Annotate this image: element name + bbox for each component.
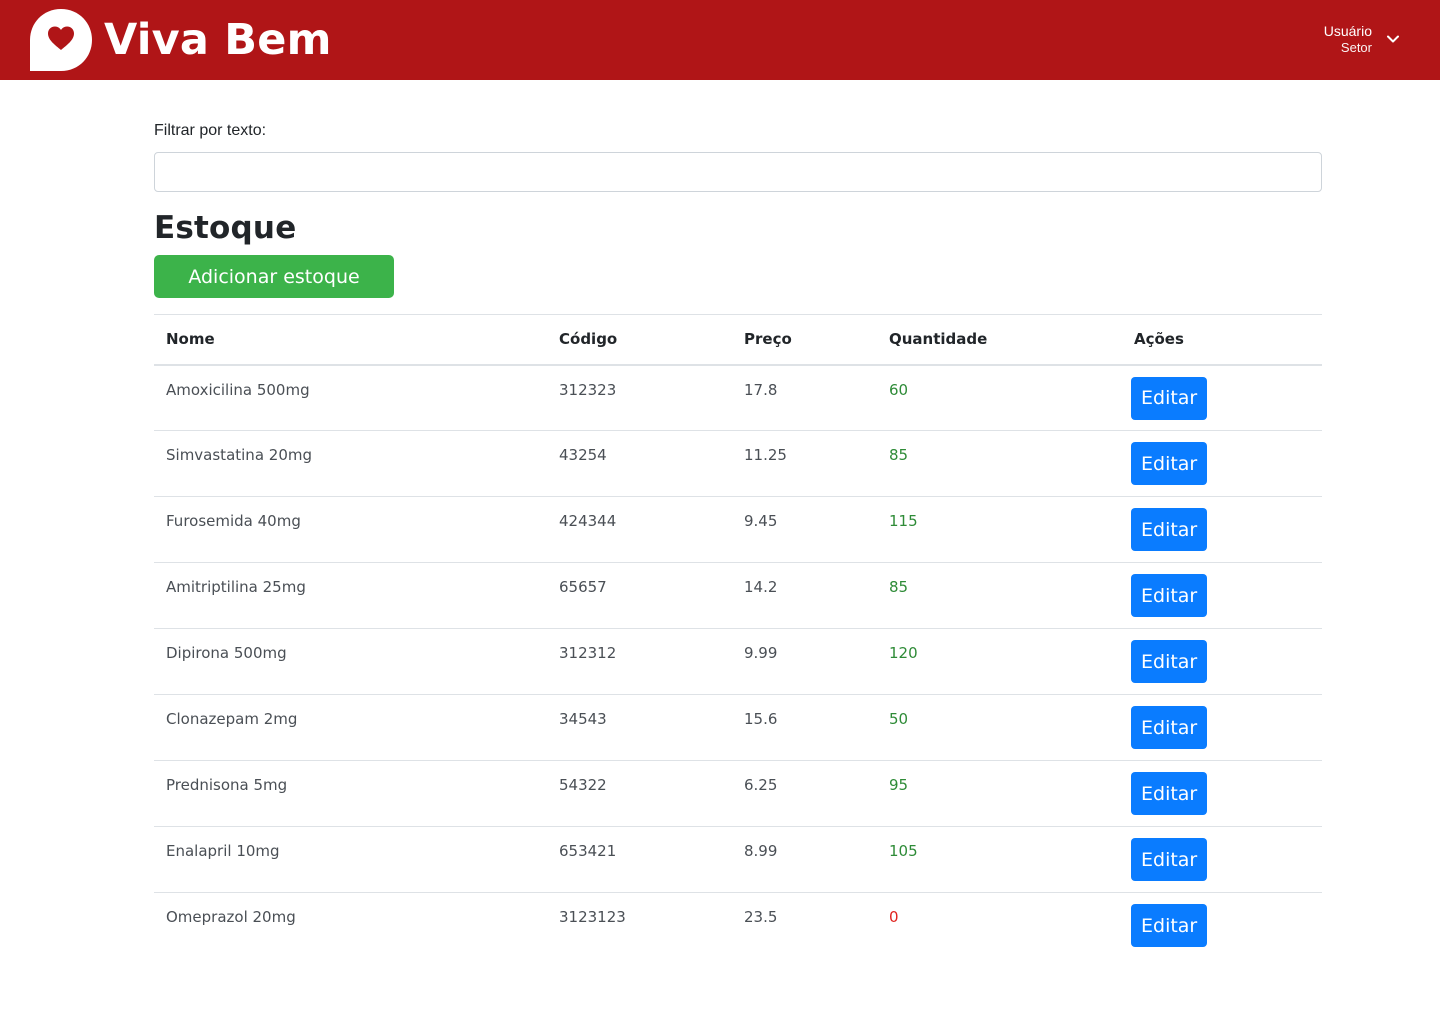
cell-quantidade: 105 bbox=[877, 826, 1122, 893]
cell-quantidade: 85 bbox=[877, 430, 1122, 497]
table-row: Furosemida 40mg 424344 9.45 115 Editar bbox=[154, 496, 1322, 563]
cell-acoes: Editar bbox=[1122, 430, 1322, 497]
brand[interactable]: Viva Bem bbox=[28, 8, 332, 72]
edit-button[interactable]: Editar bbox=[1131, 376, 1208, 420]
page-title: Estoque bbox=[154, 210, 297, 246]
user-info: Usuário Setor bbox=[1324, 22, 1372, 56]
edit-button[interactable]: Editar bbox=[1131, 640, 1208, 683]
cell-nome: Amoxicilina 500mg bbox=[154, 364, 547, 431]
cell-nome: Furosemida 40mg bbox=[154, 496, 547, 563]
cell-acoes: Editar bbox=[1122, 694, 1322, 761]
table-row: Enalapril 10mg 653421 8.99 105 Editar bbox=[154, 826, 1322, 893]
cell-acoes: Editar bbox=[1122, 826, 1322, 893]
edit-button[interactable]: Editar bbox=[1131, 442, 1208, 485]
cell-codigo: 312323 bbox=[547, 364, 732, 431]
top-navbar: Viva Bem Usuário Setor bbox=[0, 0, 1440, 80]
cell-nome: Enalapril 10mg bbox=[154, 826, 547, 893]
cell-preco: 14.2 bbox=[732, 562, 877, 629]
cell-nome: Amitriptilina 25mg bbox=[154, 562, 547, 629]
cell-preco: 17.8 bbox=[732, 364, 877, 431]
table-row: Simvastatina 20mg 43254 11.25 85 Editar bbox=[154, 430, 1322, 497]
cell-codigo: 424344 bbox=[547, 496, 732, 563]
edit-button[interactable]: Editar bbox=[1131, 772, 1208, 815]
chevron-down-icon[interactable] bbox=[1386, 32, 1400, 46]
filter-text-input[interactable] bbox=[154, 152, 1322, 192]
cell-quantidade: 60 bbox=[877, 364, 1122, 431]
cell-preco: 15.6 bbox=[732, 694, 877, 761]
table-row: Omeprazol 20mg 3123123 23.5 0 Editar bbox=[154, 892, 1322, 959]
table-body: Amoxicilina 500mg 312323 17.8 60 Editar … bbox=[154, 364, 1322, 959]
column-header-acoes: Ações bbox=[1122, 314, 1322, 366]
edit-button[interactable]: Editar bbox=[1131, 706, 1208, 749]
cell-preco: 23.5 bbox=[732, 892, 877, 959]
cell-acoes: Editar bbox=[1122, 562, 1322, 629]
edit-button[interactable]: Editar bbox=[1131, 904, 1208, 947]
filter-label: Filtrar por texto: bbox=[154, 122, 267, 139]
cell-nome: Prednisona 5mg bbox=[154, 760, 547, 827]
table-header: Nome Código Preço Quantidade Ações bbox=[154, 314, 1322, 366]
cell-quantidade: 0 bbox=[877, 892, 1122, 959]
table-row: Prednisona 5mg 54322 6.25 95 Editar bbox=[154, 760, 1322, 827]
user-name: Usuário bbox=[1323, 23, 1372, 39]
cell-quantidade: 85 bbox=[877, 562, 1122, 629]
user-sector: Setor bbox=[1340, 40, 1372, 55]
cell-acoes: Editar bbox=[1122, 628, 1322, 695]
cell-nome: Clonazepam 2mg bbox=[154, 694, 547, 761]
cell-codigo: 54322 bbox=[547, 760, 732, 827]
cell-quantidade: 120 bbox=[877, 628, 1122, 695]
cell-acoes: Editar bbox=[1122, 364, 1322, 431]
cell-preco: 11.25 bbox=[732, 430, 877, 497]
table-row: Dipirona 500mg 312312 9.99 120 Editar bbox=[154, 628, 1322, 695]
cell-preco: 9.99 bbox=[732, 628, 877, 695]
cell-preco: 8.99 bbox=[732, 826, 877, 893]
column-header-quantidade: Quantidade bbox=[877, 314, 1122, 366]
stock-table: Nome Código Preço Quantidade Ações Amoxi… bbox=[154, 314, 1322, 959]
add-stock-button[interactable]: Adicionar estoque bbox=[154, 255, 394, 298]
cell-nome: Dipirona 500mg bbox=[154, 628, 547, 695]
cell-acoes: Editar bbox=[1122, 892, 1322, 959]
cell-codigo: 312312 bbox=[547, 628, 732, 695]
edit-button[interactable]: Editar bbox=[1131, 574, 1208, 617]
cell-quantidade: 50 bbox=[877, 694, 1122, 761]
table-header-row: Nome Código Preço Quantidade Ações bbox=[154, 314, 1322, 366]
edit-button[interactable]: Editar bbox=[1131, 508, 1208, 551]
edit-button[interactable]: Editar bbox=[1131, 838, 1208, 881]
user-menu[interactable]: Usuário Setor bbox=[1324, 22, 1400, 56]
cell-codigo: 3123123 bbox=[547, 892, 732, 959]
table-row: Clonazepam 2mg 34543 15.6 50 Editar bbox=[154, 694, 1322, 761]
cell-quantidade: 95 bbox=[877, 760, 1122, 827]
table-row: Amoxicilina 500mg 312323 17.8 60 Editar bbox=[154, 364, 1322, 431]
table-row: Amitriptilina 25mg 65657 14.2 85 Editar bbox=[154, 562, 1322, 629]
cell-preco: 9.45 bbox=[732, 496, 877, 563]
heart-chat-icon bbox=[30, 9, 92, 71]
cell-codigo: 653421 bbox=[547, 826, 732, 893]
column-header-nome: Nome bbox=[154, 314, 547, 366]
brand-name: Viva Bem bbox=[104, 15, 332, 65]
cell-nome: Omeprazol 20mg bbox=[154, 892, 547, 959]
cell-acoes: Editar bbox=[1122, 760, 1322, 827]
cell-nome: Simvastatina 20mg bbox=[154, 430, 547, 497]
cell-codigo: 65657 bbox=[547, 562, 732, 629]
cell-codigo: 43254 bbox=[547, 430, 732, 497]
cell-quantidade: 115 bbox=[877, 496, 1122, 563]
cell-preco: 6.25 bbox=[732, 760, 877, 827]
column-header-codigo: Código bbox=[547, 314, 732, 366]
cell-codigo: 34543 bbox=[547, 694, 732, 761]
cell-acoes: Editar bbox=[1122, 496, 1322, 563]
column-header-preco: Preço bbox=[732, 314, 877, 366]
